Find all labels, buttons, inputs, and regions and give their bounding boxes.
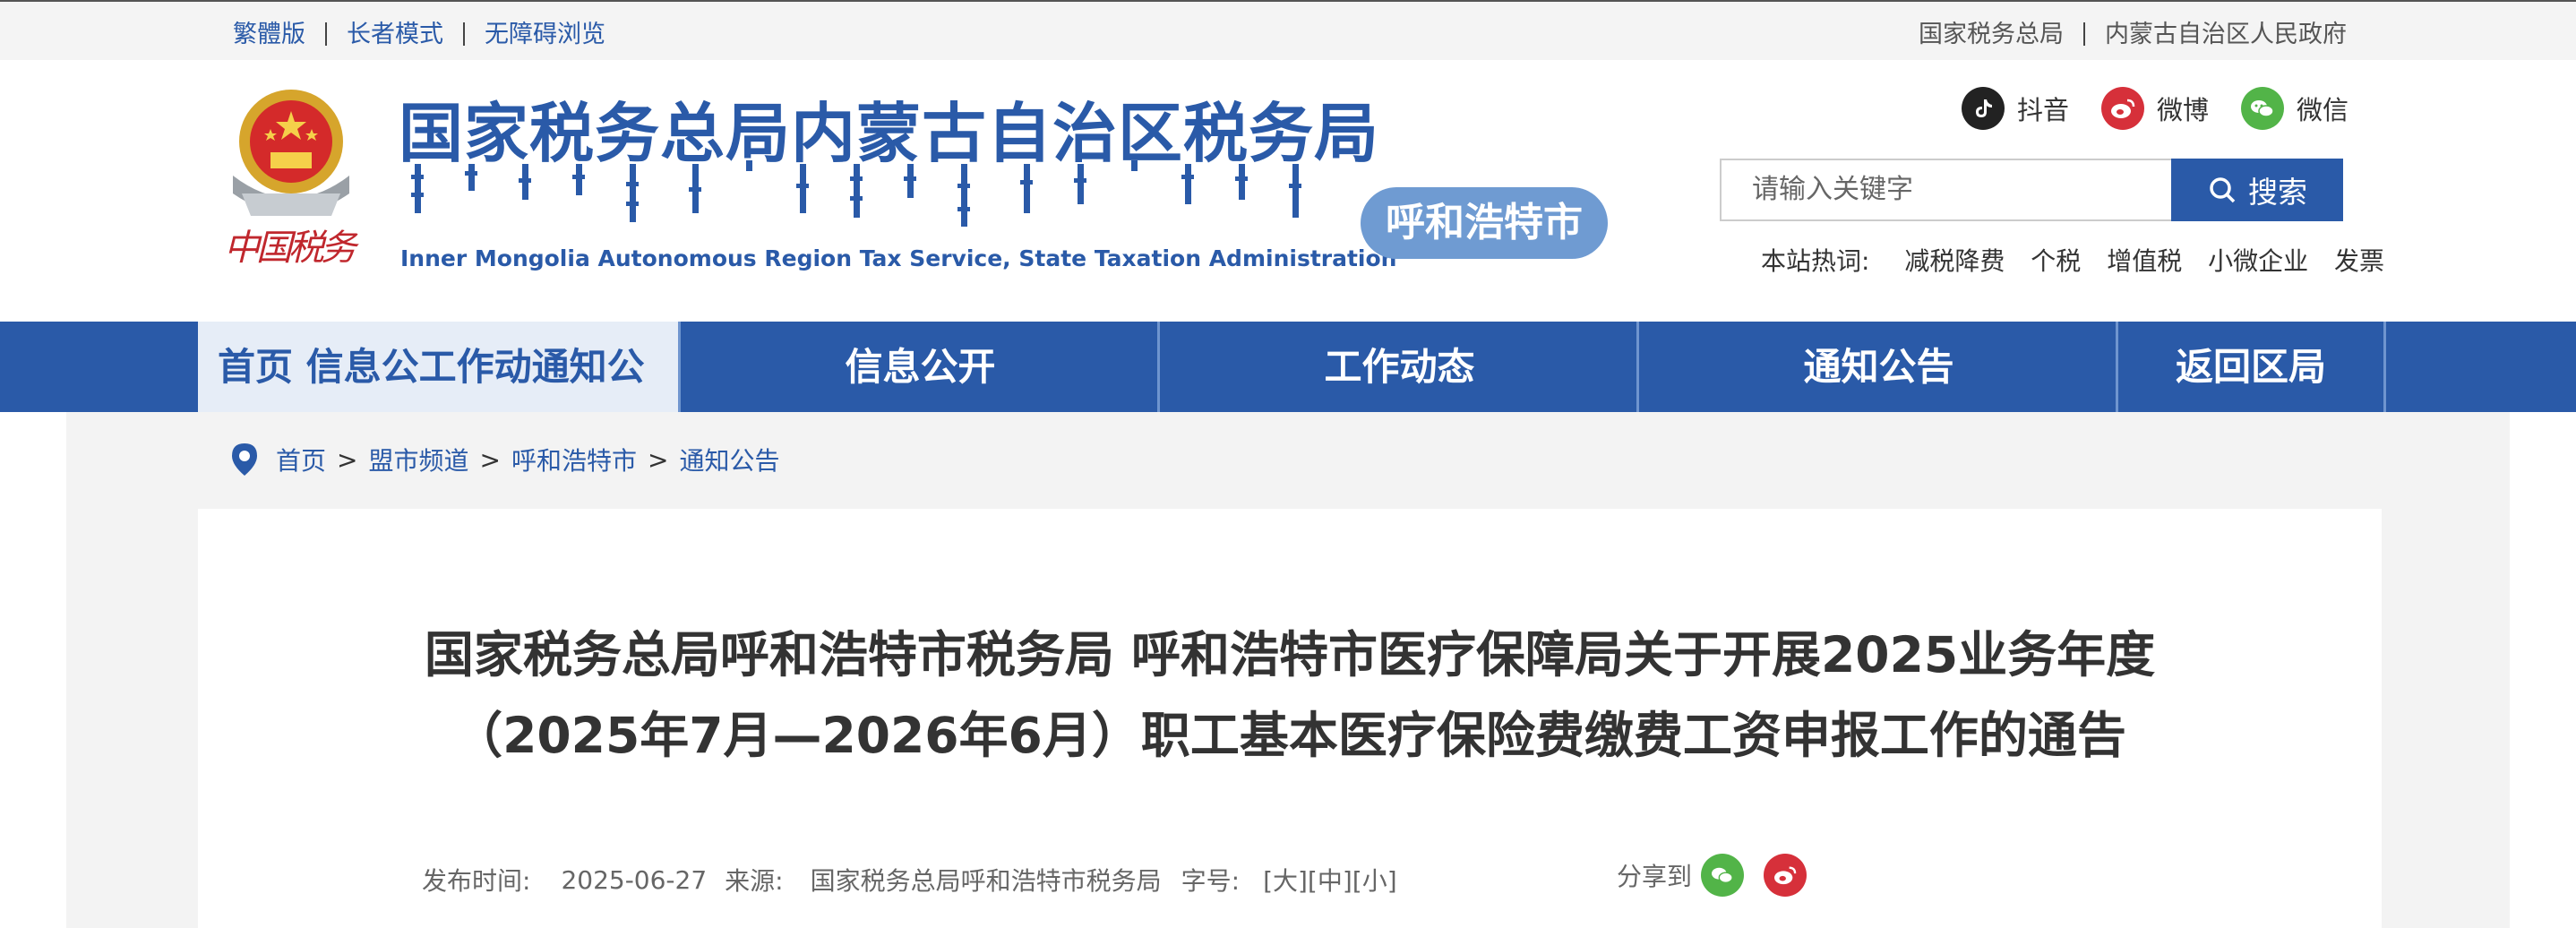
article-title-line: 国家税务总局呼和浩特市税务局 呼和浩特市医疗保障局关于开展2025业务年度 bbox=[424, 626, 2156, 683]
breadcrumb-notices[interactable]: 通知公告 bbox=[679, 442, 779, 477]
nav-info-public[interactable]: 信息公开 bbox=[678, 322, 1160, 412]
share-weibo-icon[interactable] bbox=[1764, 854, 1807, 897]
breadcrumb-city-channel[interactable]: 盟市频道 bbox=[368, 442, 468, 477]
wechat-link[interactable]: 微信 bbox=[2241, 86, 2348, 131]
publish-date-label: 发布时间: bbox=[422, 866, 531, 896]
top-left-links: 繁體版 长者模式 无障碍浏览 bbox=[233, 14, 605, 49]
wechat-icon bbox=[2241, 87, 2284, 130]
publish-date: 2025-06-27 bbox=[561, 864, 708, 895]
top-bar: 繁體版 长者模式 无障碍浏览 国家税务总局 内蒙古自治区人民政府 bbox=[0, 0, 2576, 60]
traditional-chinese-link[interactable]: 繁體版 bbox=[233, 21, 305, 48]
wechat-label: 微信 bbox=[2297, 95, 2349, 125]
nav-return-region[interactable]: 返回区局 bbox=[2116, 322, 2386, 412]
weibo-label: 微博 bbox=[2157, 95, 2210, 125]
douyin-label: 抖音 bbox=[2017, 95, 2070, 125]
hot-keyword[interactable]: 发票 bbox=[2334, 246, 2384, 276]
source-label: 来源: bbox=[725, 866, 784, 896]
article-meta: 发布时间: 2025-06-27 来源: 国家税务总局呼和浩特市税务局 字号: … bbox=[422, 862, 1397, 898]
location-pin-icon bbox=[232, 443, 257, 476]
article-title: 国家税务总局呼和浩特市税务局 呼和浩特市医疗保障局关于开展2025业务年度 （2… bbox=[198, 614, 2382, 776]
emblem-text: 中国税务 bbox=[224, 228, 356, 269]
font-size-label: 字号: bbox=[1181, 866, 1241, 896]
font-size-medium[interactable]: [中] bbox=[1308, 862, 1352, 898]
elder-mode-link[interactable]: 长者模式 bbox=[347, 21, 443, 48]
douyin-link[interactable]: 抖音 bbox=[1962, 86, 2069, 131]
mongolian-script-title bbox=[411, 160, 1301, 227]
nav-home-label: 首页 信息公工作动通知公 bbox=[218, 345, 645, 389]
article-title-line: （2025年7月—2026年6月）职工基本医疗保险费缴费工资申报工作的通告 bbox=[453, 707, 2126, 764]
city-badge[interactable]: 呼和浩特市 bbox=[1361, 187, 1608, 259]
breadcrumb-hohhot[interactable]: 呼和浩特市 bbox=[511, 442, 637, 477]
breadcrumb-separator: > bbox=[337, 444, 358, 475]
font-size-small[interactable]: [小] bbox=[1352, 862, 1397, 898]
divider bbox=[2083, 22, 2085, 46]
nav-home[interactable]: 首页 信息公工作动通知公 bbox=[198, 322, 678, 412]
hot-keywords-label: 本站热词: bbox=[1761, 246, 1870, 276]
hot-keyword[interactable]: 减税降费 bbox=[1904, 246, 2005, 276]
main-nav: 首页 信息公工作动通知公 信息公开 工作动态 通知公告 返回区局 bbox=[0, 322, 2576, 412]
hot-keywords: 本站热词: 减税降费 个税 增值税 小微企业 发票 bbox=[1761, 242, 2384, 278]
weibo-link[interactable]: 微博 bbox=[2101, 86, 2209, 131]
breadcrumb: 首页 > 盟市频道 > 呼和浩特市 > 通知公告 bbox=[229, 442, 779, 477]
search-icon bbox=[2210, 177, 2236, 203]
divider bbox=[463, 22, 465, 46]
nav-work-news[interactable]: 工作动态 bbox=[1157, 322, 1639, 412]
breadcrumb-separator: > bbox=[647, 444, 669, 475]
search-button-label: 搜索 bbox=[2248, 175, 2307, 210]
weibo-icon bbox=[2101, 87, 2144, 130]
hot-keyword[interactable]: 增值税 bbox=[2107, 246, 2182, 276]
font-size-large[interactable]: [大] bbox=[1263, 862, 1308, 898]
breadcrumb-home[interactable]: 首页 bbox=[276, 442, 326, 477]
nav-notices[interactable]: 通知公告 bbox=[1636, 322, 2118, 412]
hot-keyword[interactable]: 个税 bbox=[2031, 246, 2081, 276]
breadcrumb-separator: > bbox=[479, 444, 501, 475]
douyin-icon bbox=[1962, 87, 2005, 130]
hot-keyword[interactable]: 小微企业 bbox=[2208, 246, 2308, 276]
site-title-english: Inner Mongolia Autonomous Region Tax Ser… bbox=[400, 245, 1397, 271]
divider bbox=[325, 22, 327, 46]
share-label: 分享到 bbox=[1617, 862, 1693, 891]
top-right-links: 国家税务总局 内蒙古自治区人民政府 bbox=[1919, 14, 2347, 49]
share-wechat-icon[interactable] bbox=[1701, 854, 1745, 897]
search-input[interactable]: 请输入关键字 bbox=[1720, 159, 2173, 221]
imar-gov-link[interactable]: 内蒙古自治区人民政府 bbox=[2105, 21, 2347, 48]
sta-link[interactable]: 国家税务总局 bbox=[1919, 21, 2064, 48]
share-bar: 分享到 bbox=[1617, 854, 1807, 897]
source-value: 国家税务总局呼和浩特市税务局 bbox=[810, 866, 1162, 896]
search-button[interactable]: 搜索 bbox=[2171, 159, 2343, 221]
accessibility-link[interactable]: 无障碍浏览 bbox=[485, 21, 605, 48]
